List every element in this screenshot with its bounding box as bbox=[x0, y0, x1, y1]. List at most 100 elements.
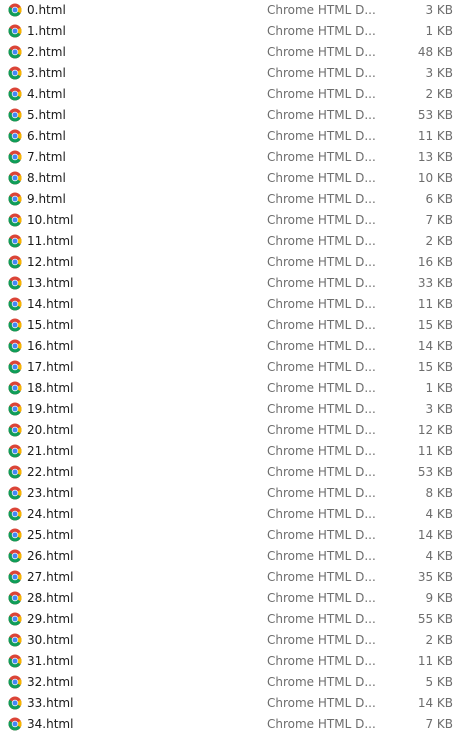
file-type: Chrome HTML D... bbox=[267, 570, 376, 584]
chrome-icon bbox=[8, 423, 22, 437]
file-row[interactable]: 5.html Chrome HTML D... 53 KB bbox=[0, 105, 465, 126]
file-type: Chrome HTML D... bbox=[267, 381, 376, 395]
file-type: Chrome HTML D... bbox=[267, 360, 376, 374]
file-row[interactable]: 13.html Chrome HTML D... 33 KB bbox=[0, 273, 465, 294]
file-row[interactable]: 28.html Chrome HTML D... 9 KB bbox=[0, 588, 465, 609]
file-size: 11 KB bbox=[417, 129, 453, 143]
file-size: 14 KB bbox=[417, 696, 453, 710]
chrome-icon bbox=[8, 591, 22, 605]
file-name: 20.html bbox=[27, 423, 74, 437]
file-row[interactable]: 17.html Chrome HTML D... 15 KB bbox=[0, 357, 465, 378]
file-row[interactable]: 7.html Chrome HTML D... 13 KB bbox=[0, 147, 465, 168]
file-name: 22.html bbox=[27, 465, 74, 479]
file-size: 2 KB bbox=[425, 87, 453, 101]
file-size: 11 KB bbox=[417, 297, 453, 311]
file-row[interactable]: 19.html Chrome HTML D... 3 KB bbox=[0, 399, 465, 420]
file-row[interactable]: 2.html Chrome HTML D... 48 KB bbox=[0, 42, 465, 63]
file-type: Chrome HTML D... bbox=[267, 444, 376, 458]
file-row[interactable]: 32.html Chrome HTML D... 5 KB bbox=[0, 672, 465, 693]
file-type: Chrome HTML D... bbox=[267, 129, 376, 143]
file-size: 14 KB bbox=[417, 528, 453, 542]
file-name: 14.html bbox=[27, 297, 74, 311]
file-row[interactable]: 26.html Chrome HTML D... 4 KB bbox=[0, 546, 465, 567]
file-name: 4.html bbox=[27, 87, 66, 101]
file-row[interactable]: 15.html Chrome HTML D... 15 KB bbox=[0, 315, 465, 336]
chrome-icon bbox=[8, 3, 22, 17]
file-size: 2 KB bbox=[425, 234, 453, 248]
file-row[interactable]: 1.html Chrome HTML D... 1 KB bbox=[0, 21, 465, 42]
file-type: Chrome HTML D... bbox=[267, 213, 376, 227]
chrome-icon bbox=[8, 465, 22, 479]
file-size: 9 KB bbox=[425, 591, 453, 605]
file-size: 1 KB bbox=[425, 381, 453, 395]
file-type: Chrome HTML D... bbox=[267, 87, 376, 101]
file-row[interactable]: 23.html Chrome HTML D... 8 KB bbox=[0, 483, 465, 504]
file-name: 26.html bbox=[27, 549, 74, 563]
file-size: 13 KB bbox=[417, 150, 453, 164]
chrome-icon bbox=[8, 339, 22, 353]
file-row[interactable]: 21.html Chrome HTML D... 11 KB bbox=[0, 441, 465, 462]
file-row[interactable]: 4.html Chrome HTML D... 2 KB bbox=[0, 84, 465, 105]
file-row[interactable]: 34.html Chrome HTML D... 7 KB bbox=[0, 714, 465, 735]
chrome-icon bbox=[8, 276, 22, 290]
file-row[interactable]: 8.html Chrome HTML D... 10 KB bbox=[0, 168, 465, 189]
file-type: Chrome HTML D... bbox=[267, 675, 376, 689]
file-type: Chrome HTML D... bbox=[267, 402, 376, 416]
file-row[interactable]: 6.html Chrome HTML D... 11 KB bbox=[0, 126, 465, 147]
file-type: Chrome HTML D... bbox=[267, 654, 376, 668]
file-row[interactable]: 29.html Chrome HTML D... 55 KB bbox=[0, 609, 465, 630]
file-size: 6 KB bbox=[425, 192, 453, 206]
file-name: 34.html bbox=[27, 717, 74, 731]
file-size: 4 KB bbox=[425, 507, 453, 521]
file-name: 11.html bbox=[27, 234, 74, 248]
file-name: 19.html bbox=[27, 402, 74, 416]
file-type: Chrome HTML D... bbox=[267, 717, 376, 731]
file-row[interactable]: 27.html Chrome HTML D... 35 KB bbox=[0, 567, 465, 588]
file-size: 11 KB bbox=[417, 654, 453, 668]
chrome-icon bbox=[8, 129, 22, 143]
file-row[interactable]: 25.html Chrome HTML D... 14 KB bbox=[0, 525, 465, 546]
file-type: Chrome HTML D... bbox=[267, 276, 376, 290]
file-row[interactable]: 31.html Chrome HTML D... 11 KB bbox=[0, 651, 465, 672]
file-row[interactable]: 22.html Chrome HTML D... 53 KB bbox=[0, 462, 465, 483]
chrome-icon bbox=[8, 24, 22, 38]
file-size: 14 KB bbox=[417, 339, 453, 353]
file-name: 29.html bbox=[27, 612, 74, 626]
file-size: 8 KB bbox=[425, 486, 453, 500]
file-row[interactable]: 14.html Chrome HTML D... 11 KB bbox=[0, 294, 465, 315]
file-size: 4 KB bbox=[425, 549, 453, 563]
file-row[interactable]: 20.html Chrome HTML D... 12 KB bbox=[0, 420, 465, 441]
file-row[interactable]: 12.html Chrome HTML D... 16 KB bbox=[0, 252, 465, 273]
file-row[interactable]: 9.html Chrome HTML D... 6 KB bbox=[0, 189, 465, 210]
chrome-icon bbox=[8, 192, 22, 206]
file-row[interactable]: 0.html Chrome HTML D... 3 KB bbox=[0, 0, 465, 21]
chrome-icon bbox=[8, 696, 22, 710]
file-row[interactable]: 11.html Chrome HTML D... 2 KB bbox=[0, 231, 465, 252]
file-row[interactable]: 33.html Chrome HTML D... 14 KB bbox=[0, 693, 465, 714]
file-size: 7 KB bbox=[425, 717, 453, 731]
file-row[interactable]: 16.html Chrome HTML D... 14 KB bbox=[0, 336, 465, 357]
chrome-icon bbox=[8, 612, 22, 626]
file-type: Chrome HTML D... bbox=[267, 423, 376, 437]
file-name: 30.html bbox=[27, 633, 74, 647]
chrome-icon bbox=[8, 402, 22, 416]
file-type: Chrome HTML D... bbox=[267, 486, 376, 500]
file-name: 17.html bbox=[27, 360, 74, 374]
file-type: Chrome HTML D... bbox=[267, 66, 376, 80]
file-type: Chrome HTML D... bbox=[267, 171, 376, 185]
file-type: Chrome HTML D... bbox=[267, 633, 376, 647]
file-type: Chrome HTML D... bbox=[267, 507, 376, 521]
file-name: 10.html bbox=[27, 213, 74, 227]
file-row[interactable]: 3.html Chrome HTML D... 3 KB bbox=[0, 63, 465, 84]
file-row[interactable]: 24.html Chrome HTML D... 4 KB bbox=[0, 504, 465, 525]
file-name: 6.html bbox=[27, 129, 66, 143]
file-name: 0.html bbox=[27, 3, 66, 17]
chrome-icon bbox=[8, 45, 22, 59]
file-row[interactable]: 10.html Chrome HTML D... 7 KB bbox=[0, 210, 465, 231]
file-name: 33.html bbox=[27, 696, 74, 710]
chrome-icon bbox=[8, 255, 22, 269]
file-row[interactable]: 18.html Chrome HTML D... 1 KB bbox=[0, 378, 465, 399]
file-row[interactable]: 30.html Chrome HTML D... 2 KB bbox=[0, 630, 465, 651]
file-size: 16 KB bbox=[417, 255, 453, 269]
file-name: 28.html bbox=[27, 591, 74, 605]
